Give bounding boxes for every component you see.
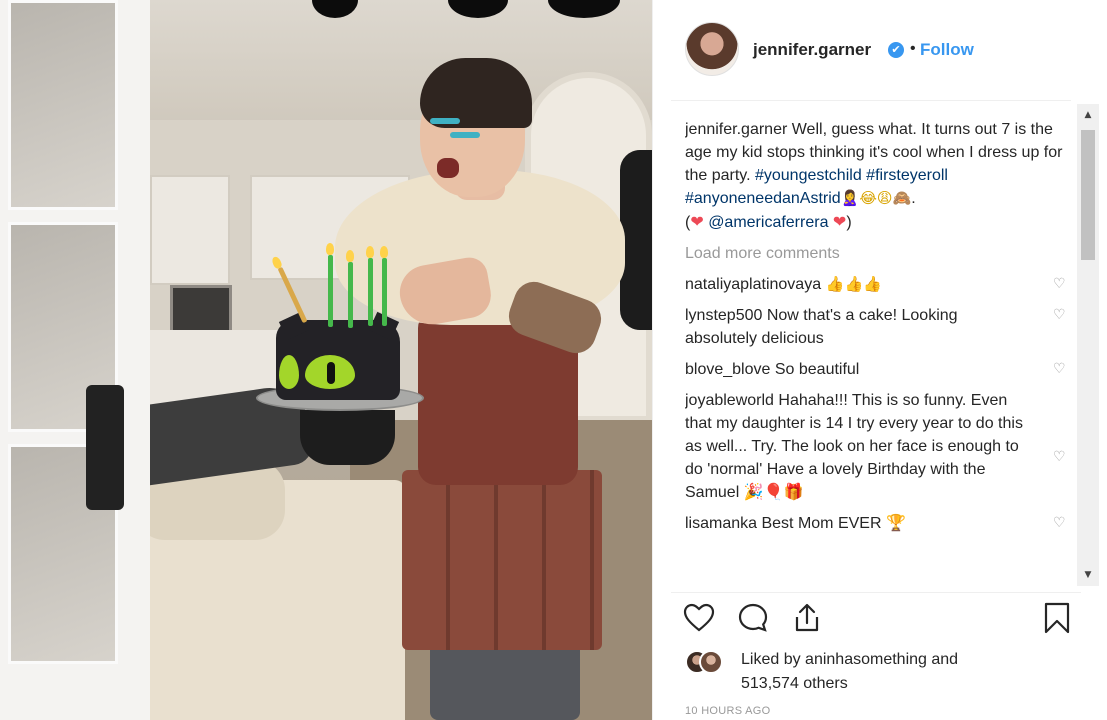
comment: nataliyaplatinovaya 👍👍👍 ♡	[685, 273, 1073, 296]
face-paint	[430, 118, 460, 124]
likes-suffix: and	[926, 651, 959, 668]
door-handle	[86, 385, 124, 510]
comment-username[interactable]: lisamanka	[685, 515, 757, 532]
scroll-down-arrow-icon[interactable]: ▼	[1077, 566, 1099, 584]
share-icon	[795, 603, 819, 632]
paren-close: )	[846, 214, 852, 231]
scrollbar-thumb[interactable]	[1081, 130, 1095, 260]
red-heart-icon: ❤	[690, 212, 704, 231]
liker-username[interactable]: aninhasomething	[805, 651, 927, 668]
candle	[346, 250, 354, 328]
red-heart-icon: ❤	[832, 212, 847, 231]
mouth	[437, 158, 459, 178]
face-paint	[450, 132, 480, 138]
caption-emojis: 🙎‍♀️😂😩🙈	[840, 189, 912, 207]
comment-text: So beautiful	[770, 361, 860, 378]
post-timestamp[interactable]: 10 HOURS AGO	[685, 705, 771, 717]
heart-outline-icon	[683, 603, 715, 632]
comment: blove_blove So beautiful ♡	[685, 358, 1073, 381]
divider	[671, 100, 1071, 101]
comment-button[interactable]	[735, 600, 771, 636]
comment: lisamanka Best Mom EVER 🏆 ♡	[685, 512, 1073, 535]
hashtag-link[interactable]: #anyoneneedanAstrid	[685, 190, 841, 207]
likes-text: Liked by aninhasomething and 513,574 oth…	[741, 648, 958, 696]
caption-username[interactable]: jennifer.garner	[685, 121, 787, 138]
divider	[671, 592, 1081, 593]
comment-like-icon[interactable]: ♡	[1053, 307, 1069, 323]
post-header: jennifer.garner ✔ • Follow	[653, 0, 1107, 100]
avatar[interactable]	[685, 22, 739, 76]
comment-like-icon[interactable]: ♡	[1053, 361, 1069, 377]
cake-eye	[279, 355, 299, 389]
liker-avatar[interactable]	[699, 650, 723, 674]
follow-button[interactable]: Follow	[920, 40, 974, 60]
oven	[170, 285, 232, 333]
cake-pupil	[327, 362, 335, 384]
comment-username[interactable]: joyableworld	[685, 392, 774, 409]
cake-stand	[300, 410, 395, 465]
hashtag-link[interactable]: #firsteyeroll	[866, 167, 948, 184]
share-button[interactable]	[789, 600, 825, 636]
comment: joyableworld Hahaha!!! This is so funny.…	[685, 389, 1073, 504]
load-more-comments-button[interactable]: Load more comments	[685, 242, 1073, 265]
comment-like-icon[interactable]: ♡	[1053, 449, 1069, 465]
comment-like-icon[interactable]: ♡	[1053, 515, 1069, 531]
comments-scrollbar[interactable]: ▲ ▼	[1077, 104, 1099, 586]
separator-dot: •	[910, 40, 916, 57]
door	[0, 0, 150, 720]
comment-username[interactable]: nataliyaplatinovaya	[685, 276, 821, 293]
cabinet	[150, 175, 230, 285]
comment-like-icon[interactable]: ♡	[1053, 276, 1069, 292]
comment-text: Best Mom EVER 🏆	[757, 515, 906, 532]
likes-prefix: Liked by	[741, 651, 806, 668]
leather-skirt	[402, 470, 602, 650]
comment-username[interactable]: lynstep500	[685, 307, 762, 324]
door-glass	[8, 0, 118, 210]
comments-list[interactable]: jennifer.garner Well, guess what. It tur…	[685, 118, 1073, 590]
likes-count[interactable]: 513,574 others	[741, 675, 848, 692]
caption-period: .	[911, 190, 916, 207]
verified-badge-icon: ✔	[888, 42, 904, 58]
comment-username[interactable]: blove_blove	[685, 361, 770, 378]
comment-text: 👍👍👍	[821, 275, 882, 293]
candle	[366, 246, 374, 326]
bookmark-icon	[1044, 602, 1070, 634]
hashtag-link[interactable]: #youngestchild	[755, 167, 862, 184]
post-photo[interactable]	[0, 0, 652, 720]
post-sidebar: jennifer.garner ✔ • Follow jennifer.garn…	[652, 0, 1107, 720]
mention-link[interactable]: @americaferrera	[708, 214, 828, 231]
save-button[interactable]	[1039, 600, 1075, 636]
caption: jennifer.garner Well, guess what. It tur…	[685, 118, 1073, 234]
candle	[326, 243, 334, 327]
like-button[interactable]	[681, 600, 717, 636]
author-username[interactable]: jennifer.garner	[753, 40, 871, 60]
comment: lynstep500 Now that's a cake! Looking ab…	[685, 304, 1073, 350]
scroll-up-arrow-icon[interactable]: ▲	[1077, 106, 1099, 124]
candle	[380, 246, 388, 326]
comment-bubble-icon	[738, 603, 768, 632]
